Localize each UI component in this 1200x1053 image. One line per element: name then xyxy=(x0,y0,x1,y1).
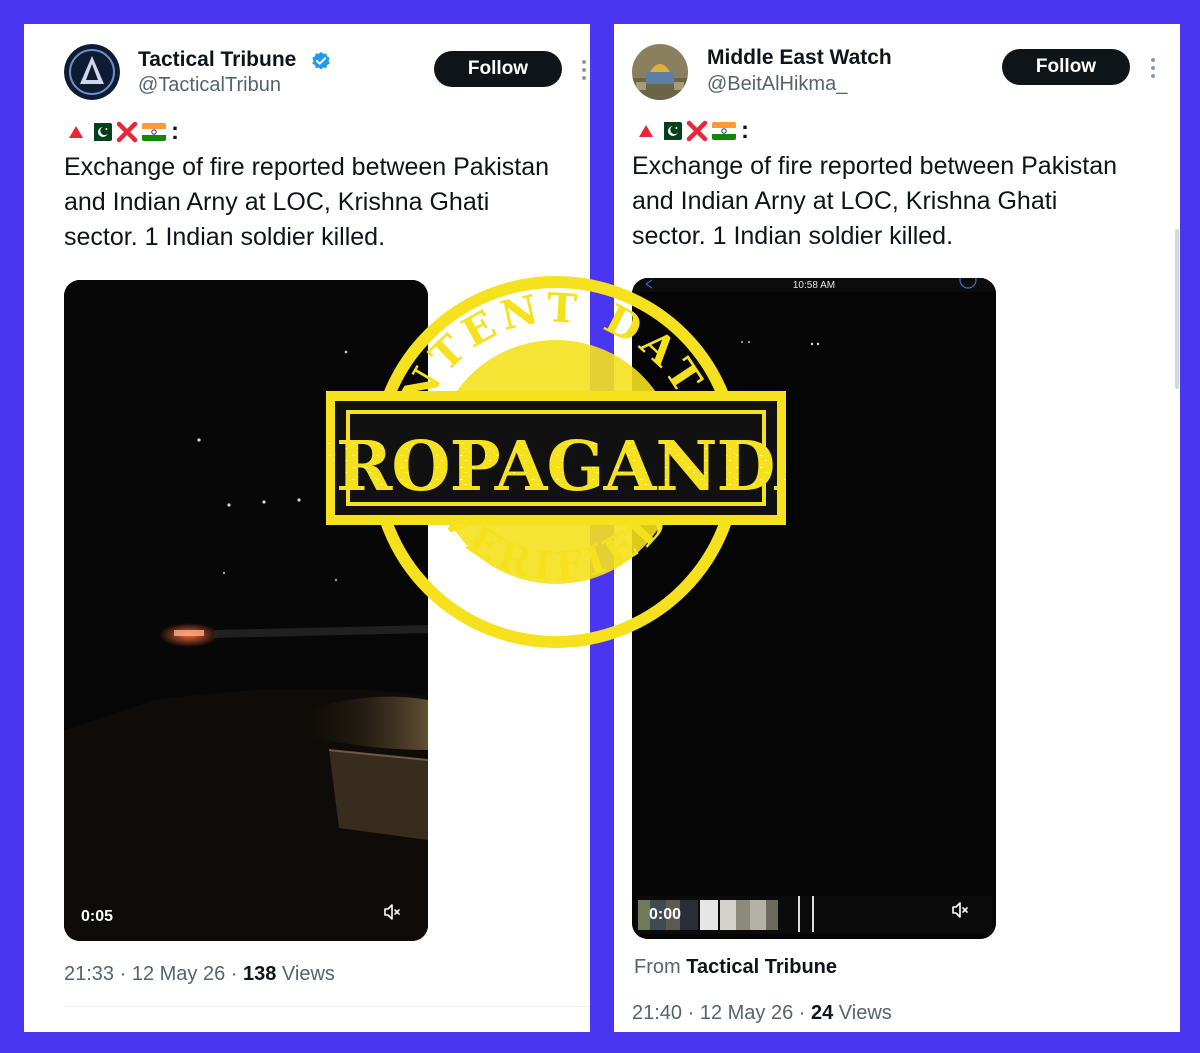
source-line: From Tactical Tribune xyxy=(634,956,837,979)
follow-button[interactable]: Follow xyxy=(1002,49,1130,85)
more-options-icon[interactable] xyxy=(1150,56,1156,78)
india-flag-icon xyxy=(142,123,166,141)
india-flag-icon xyxy=(712,122,736,140)
tweet-text: Exchange of fire reported between Pakist… xyxy=(64,153,550,251)
video-frame xyxy=(632,278,996,939)
handle[interactable]: @BeitAlHikma_ xyxy=(707,73,847,96)
verified-badge-icon xyxy=(312,51,330,70)
avatar-tactical-tribune[interactable] xyxy=(64,44,120,100)
tweet-meta: 21:40 · 12 May 26 · 24 Views xyxy=(632,1002,892,1025)
scrollbar[interactable] xyxy=(1175,229,1179,389)
more-options-icon[interactable] xyxy=(581,58,587,80)
emoji-line: : xyxy=(68,118,179,145)
views-count: 138 xyxy=(242,963,277,985)
pakistan-flag-icon xyxy=(88,123,112,141)
red-cross-icon xyxy=(116,121,138,143)
muted-speaker-icon[interactable] xyxy=(950,900,970,920)
source-link[interactable]: Tactical Tribune xyxy=(686,956,837,978)
tweet-text: Exchange of fire reported between Pakist… xyxy=(632,152,1118,250)
views-label: Views xyxy=(276,963,335,985)
video-player[interactable]: 10:58 AM 0:00 xyxy=(632,278,996,939)
tweet-meta: 21:33 · 12 May 26 · 138 Views xyxy=(64,963,335,986)
emoji-line: : xyxy=(638,117,749,144)
timestamp[interactable]: 21:40 · 12 May 26 · xyxy=(632,1002,811,1024)
tweet-card-left: Tactical Tribune @TacticalTribun Follow … xyxy=(24,24,590,1032)
display-name[interactable]: Middle East Watch xyxy=(707,46,892,70)
video-timecode: 0:00 xyxy=(649,906,682,923)
red-triangle-icon xyxy=(69,126,83,138)
red-cross-icon xyxy=(686,120,708,142)
status-bar-time: 10:58 AM xyxy=(792,280,836,291)
follow-button[interactable]: Follow xyxy=(434,51,562,87)
video-timecode: 0:05 xyxy=(81,908,114,925)
source-prefix: From xyxy=(634,956,687,978)
emoji-colon: : xyxy=(171,118,179,145)
handle[interactable]: @TacticalTribun xyxy=(138,74,281,97)
pakistan-flag-icon xyxy=(658,122,682,140)
timestamp[interactable]: 21:33 · 12 May 26 · xyxy=(64,963,243,985)
muted-speaker-icon[interactable] xyxy=(382,902,402,922)
views-label: Views xyxy=(833,1002,892,1024)
video-frame xyxy=(64,280,428,941)
red-triangle-icon xyxy=(639,125,653,137)
display-name[interactable]: Tactical Tribune xyxy=(138,48,296,72)
video-player[interactable]: 0:05 xyxy=(64,280,428,941)
views-count: 24 xyxy=(810,1002,834,1024)
divider xyxy=(64,1006,590,1007)
emoji-colon: : xyxy=(741,117,749,144)
tweet-card-right: Middle East Watch @BeitAlHikma_ Follow :… xyxy=(614,24,1180,1032)
avatar-middle-east-watch[interactable] xyxy=(632,44,688,100)
